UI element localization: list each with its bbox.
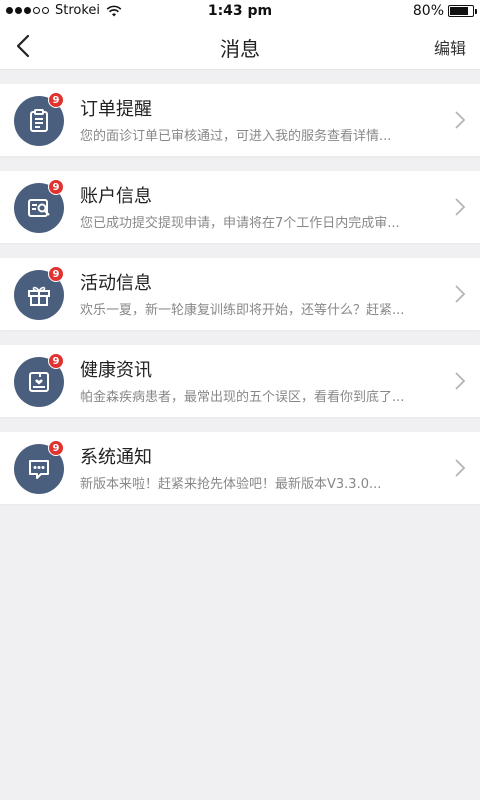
message-item-system[interactable]: 9 系统通知 新版本来啦！赶紧来抢先体验吧！最新版本V3.3.0... xyxy=(0,432,480,504)
avatar: 9 xyxy=(14,92,64,146)
message-preview: 帕金森疾病患者，最常出现的五个误区，看看你到底了... xyxy=(80,390,405,405)
edit-button[interactable]: 编辑 xyxy=(434,35,466,59)
chevron-right-icon xyxy=(455,111,466,129)
status-bar-right: 80% xyxy=(412,3,477,19)
chevron-right-icon xyxy=(455,459,466,477)
battery-percent: 80% xyxy=(412,3,444,19)
message-title: 账户信息 xyxy=(80,186,152,207)
unread-badge: 9 xyxy=(48,179,64,195)
message-item-order[interactable]: 9 订单提醒 您的面诊订单已审核通过，可进入我的服务查看详情... xyxy=(0,84,480,156)
chevron-right-icon xyxy=(455,285,466,303)
message-title: 活动信息 xyxy=(80,273,152,294)
avatar: 9 xyxy=(14,440,64,494)
chevron-right-icon xyxy=(455,372,466,390)
message-preview: 您已成功提交提现申请，申请将在7个工作日内完成审... xyxy=(80,216,400,231)
message-title: 系统通知 xyxy=(80,447,152,468)
message-item-health[interactable]: 9 健康资讯 帕金森疾病患者，最常出现的五个误区，看看你到底了... xyxy=(0,345,480,417)
message-title: 订单提醒 xyxy=(80,99,152,120)
message-preview: 您的面诊订单已审核通过，可进入我的服务查看详情... xyxy=(80,129,392,144)
unread-badge: 9 xyxy=(48,440,64,456)
battery-level-fill xyxy=(450,7,468,15)
unread-badge: 9 xyxy=(48,353,64,369)
message-title: 健康资讯 xyxy=(80,360,152,381)
unread-badge: 9 xyxy=(48,266,64,282)
avatar: 9 xyxy=(14,353,64,407)
status-bar: Strokei 1:43 pm 80% xyxy=(0,0,480,22)
avatar: 9 xyxy=(14,179,64,233)
page-title: 消息 xyxy=(220,37,260,61)
message-list: 9 订单提醒 您的面诊订单已审核通过，可进入我的服务查看详情... 9 账户信息… xyxy=(0,84,480,519)
status-time: 1:43 pm xyxy=(207,3,273,19)
chevron-right-icon xyxy=(455,198,466,216)
message-item-activity[interactable]: 9 活动信息 欢乐一夏，新一轮康复训练即将开始，还等什么？赶紧... xyxy=(0,258,480,330)
unread-badge: 9 xyxy=(48,92,64,108)
battery-icon xyxy=(448,5,477,17)
message-preview: 欢乐一夏，新一轮康复训练即将开始，还等什么？赶紧... xyxy=(80,303,405,318)
message-preview: 新版本来啦！赶紧来抢先体验吧！最新版本V3.3.0... xyxy=(80,477,382,492)
nav-bar: 消息 编辑 xyxy=(0,22,480,70)
message-item-account[interactable]: 9 账户信息 您已成功提交提现申请，申请将在7个工作日内完成审... xyxy=(0,171,480,243)
avatar: 9 xyxy=(14,266,64,320)
